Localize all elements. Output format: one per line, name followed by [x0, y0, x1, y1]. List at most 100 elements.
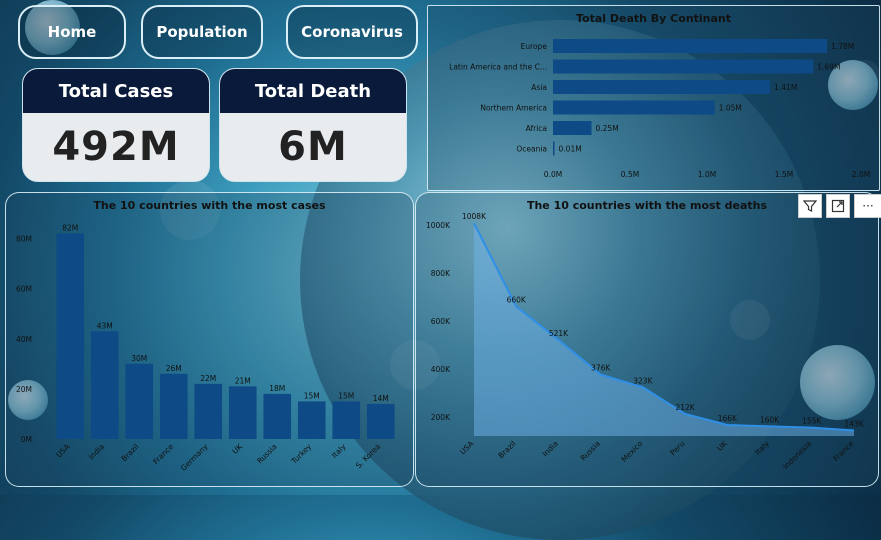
data-label: 1.05M	[719, 104, 742, 113]
continent-chart: Europe 1.78M Latin America and the C... 1.6…	[449, 39, 870, 179]
category-label: Russia	[255, 442, 278, 465]
x-tick-label: 0.0M	[544, 170, 562, 179]
category-label: Oceania	[516, 145, 547, 154]
bar	[228, 386, 257, 439]
y-tick-label: 600K	[431, 317, 451, 326]
data-label: 15M	[304, 391, 320, 400]
bar	[366, 403, 395, 439]
data-label: 323K	[633, 376, 653, 385]
y-tick-label: 80M	[16, 235, 32, 244]
data-label: 18M	[269, 384, 285, 393]
category-label: Europe	[521, 42, 548, 51]
data-label: 660K	[507, 296, 527, 305]
category-label: Mexico	[619, 439, 644, 464]
data-label: 14M	[373, 394, 389, 403]
bar	[553, 100, 715, 115]
most-cases-panel[interactable]: The 10 countries with the most cases 0M 2…	[5, 192, 414, 487]
data-label: 166K	[718, 414, 738, 423]
home-button[interactable]: Home	[18, 5, 126, 59]
bar	[56, 233, 85, 439]
data-label: 22M	[200, 374, 216, 383]
y-tick-label: 200K	[431, 413, 451, 422]
category-label: India	[540, 439, 559, 458]
category-label: UK	[715, 438, 729, 452]
data-label: 0.25M	[596, 124, 619, 133]
category-label: Turkey	[289, 442, 314, 467]
data-label: 1.78M	[831, 42, 854, 51]
filter-icon[interactable]	[798, 194, 822, 218]
category-label: UK	[230, 441, 244, 455]
category-label: France	[831, 439, 855, 463]
bar	[553, 141, 555, 156]
bar	[90, 331, 119, 439]
area-fill	[474, 223, 854, 436]
population-button[interactable]: Population	[141, 5, 263, 59]
data-label: 160K	[760, 415, 780, 424]
category-label: Latin America and the C...	[449, 63, 547, 72]
more-options-icon[interactable]: ···	[854, 194, 881, 218]
category-label: USA	[54, 441, 72, 459]
category-label: Italy	[753, 439, 771, 457]
death-by-continent-panel[interactable]: Total Death By Continant Europe 1.78M Lati…	[427, 5, 880, 191]
deaths-chart: 200K 400K 600K 800K 1000K 1008K USA 660K Brazil 5…	[426, 212, 865, 471]
category-label: Germany	[179, 442, 210, 473]
data-label: 26M	[166, 364, 182, 373]
most-deaths-panel[interactable]: The 10 countries with the most deaths 20…	[415, 192, 879, 487]
category-label: India	[87, 442, 106, 461]
total-death-label: Total Death	[220, 69, 406, 113]
data-label: 1.69M	[817, 63, 840, 72]
category-label: USA	[458, 438, 476, 456]
category-label: Brazil	[119, 442, 140, 463]
y-tick-label: 40M	[16, 335, 32, 344]
bar	[553, 121, 592, 135]
category-label: Africa	[526, 124, 547, 133]
coronavirus-button[interactable]: Coronavirus	[286, 5, 418, 59]
bar	[553, 80, 771, 94]
data-label: 30M	[131, 354, 147, 363]
data-label: 0.01M	[559, 145, 582, 154]
category-label: Asia	[531, 83, 547, 92]
data-label: 1008K	[462, 212, 487, 221]
y-tick-label: 0M	[21, 435, 32, 444]
category-label: Northern America	[480, 104, 547, 113]
bar	[263, 393, 292, 439]
data-label: 43M	[97, 321, 113, 330]
category-label: France	[151, 442, 175, 466]
y-tick-label: 60M	[16, 285, 32, 294]
category-label: Italy	[330, 442, 348, 460]
y-tick-label: 1000K	[426, 221, 451, 230]
x-tick-label: 0.5M	[621, 170, 639, 179]
total-cases-card: Total Cases 492M	[22, 68, 210, 182]
category-label: Russia	[579, 439, 602, 462]
bar	[125, 363, 154, 439]
bar	[297, 401, 326, 439]
category-label: Peru	[668, 439, 686, 457]
bar	[194, 383, 223, 439]
y-tick-label: 800K	[431, 269, 451, 278]
data-label: 155K	[802, 417, 822, 426]
y-tick-label: 20M	[16, 385, 32, 394]
focus-mode-icon[interactable]	[826, 194, 850, 218]
total-cases-label: Total Cases	[23, 69, 209, 113]
bar	[159, 373, 188, 439]
data-label: 212K	[675, 403, 695, 412]
total-death-value: 6M	[278, 124, 348, 170]
bar	[553, 39, 828, 53]
data-label: 521K	[549, 329, 569, 338]
data-label: 21M	[235, 376, 251, 385]
x-tick-label: 1.5M	[775, 170, 793, 179]
total-death-card: Total Death 6M	[219, 68, 407, 182]
bar	[553, 59, 814, 74]
bar	[332, 401, 361, 439]
x-tick-label: 1.0M	[698, 170, 716, 179]
category-label: Indonesia	[781, 439, 813, 471]
category-label: S. Korea	[354, 442, 382, 470]
data-label: 82M	[62, 224, 78, 233]
data-label: 1.41M	[774, 83, 797, 92]
category-label: Brazil	[496, 439, 517, 460]
y-tick-label: 400K	[431, 365, 451, 374]
data-label: 376K	[591, 364, 611, 373]
cases-chart: 0M 20M 40M 60M 80M 82M USA 43M India 30M Brazil 26M…	[16, 224, 395, 473]
total-cases-value: 492M	[52, 124, 180, 170]
data-label: 15M	[338, 391, 354, 400]
